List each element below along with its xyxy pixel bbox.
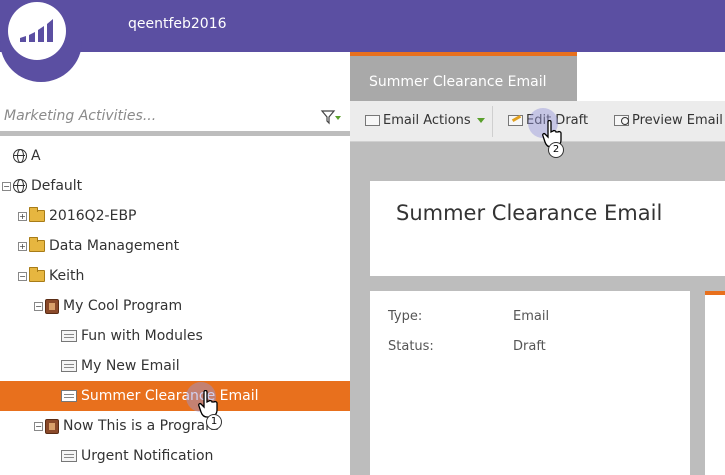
expand-icon[interactable]: + (18, 241, 27, 251)
program-icon (45, 298, 59, 314)
tree-item-label: My New Email (81, 358, 180, 374)
tree-item-label: Summer Clearance Email (81, 388, 259, 404)
top-bar: qeentfeb2016 (0, 0, 725, 52)
tree-item-label: Urgent Notification (81, 448, 214, 464)
preview-icon (614, 115, 629, 126)
tree-item[interactable]: − Default (0, 171, 350, 201)
tree-item-label: Fun with Modules (81, 328, 203, 344)
tree-item[interactable]: − Now This is a Program (0, 411, 350, 441)
tree-item[interactable]: − My Cool Program (0, 291, 350, 321)
logo-mark-icon (8, 2, 66, 60)
type-label: Type: (388, 309, 423, 324)
tree-item-label: Now This is a Program (63, 418, 219, 434)
marketing-tree: A − Default +2016Q2-EBP + Data Management − Kei… (0, 141, 350, 475)
globe-icon (13, 179, 27, 193)
folder-icon (29, 237, 45, 252)
tree-item[interactable]: My New Email (0, 351, 350, 381)
folder-icon (29, 267, 45, 282)
email-icon (61, 450, 77, 462)
step-badge: 2 (548, 142, 564, 158)
tree-item[interactable]: − Keith (0, 261, 350, 291)
side-card (705, 291, 725, 475)
title-card: Summer Clearance Email (370, 181, 725, 276)
folder-icon (29, 207, 45, 222)
preview-email-button[interactable]: Preview Email (614, 113, 723, 128)
status-value: Draft (513, 339, 546, 354)
preview-email-label: Preview Email (632, 113, 723, 128)
tab-summer-clearance-email[interactable]: Summer Clearance Email (350, 52, 577, 101)
globe-icon (13, 149, 27, 163)
status-label: Status: (388, 339, 434, 354)
tree-item-label: Default (31, 178, 83, 194)
tree-item[interactable]: A (0, 141, 350, 171)
tree-item[interactable]: + Data Management (0, 231, 350, 261)
workspace-name[interactable]: qeentfeb2016 (128, 16, 227, 32)
type-value: Email (513, 309, 550, 324)
chevron-down-icon (476, 118, 485, 123)
email-icon (365, 115, 380, 126)
tree-item[interactable]: +2016Q2-EBP (0, 201, 350, 231)
tree-item[interactable]: Urgent Notification (0, 441, 350, 471)
expand-icon[interactable]: + (18, 211, 27, 221)
collapse-icon[interactable]: − (2, 181, 11, 191)
tree-item-label: My Cool Program (63, 298, 183, 314)
collapse-icon[interactable]: − (34, 301, 43, 311)
info-card: Type: Email Status: Draft (370, 291, 690, 475)
filter-icon[interactable] (320, 109, 342, 125)
email-actions-button[interactable]: Email Actions (365, 113, 485, 128)
step-badge: 1 (206, 414, 222, 430)
tree-item-label: A (31, 148, 41, 164)
search-input[interactable]: Marketing Activities... (4, 108, 156, 124)
toolbar-divider (492, 106, 493, 137)
tree-item-label: Keith (49, 268, 85, 284)
tree-item[interactable]: Fun with Modules (0, 321, 350, 351)
collapse-icon[interactable]: − (34, 421, 43, 431)
tree-item-label: Data Management (49, 238, 180, 254)
email-icon (61, 360, 77, 372)
tree-item-label: 2016Q2-EBP (49, 208, 137, 224)
tree-item[interactable]: Summer Clearance Email (0, 381, 350, 411)
email-actions-label: Email Actions (383, 113, 471, 128)
edit-icon (508, 115, 523, 126)
collapse-icon[interactable]: − (18, 271, 27, 281)
email-icon (61, 390, 77, 402)
program-icon (45, 418, 59, 434)
logo[interactable] (0, 0, 82, 82)
email-icon (61, 330, 77, 342)
tab-strip (577, 52, 725, 101)
tab-label: Summer Clearance Email (369, 74, 547, 90)
search-bar[interactable]: Marketing Activities... (0, 99, 350, 136)
page-title: Summer Clearance Email (396, 201, 663, 225)
